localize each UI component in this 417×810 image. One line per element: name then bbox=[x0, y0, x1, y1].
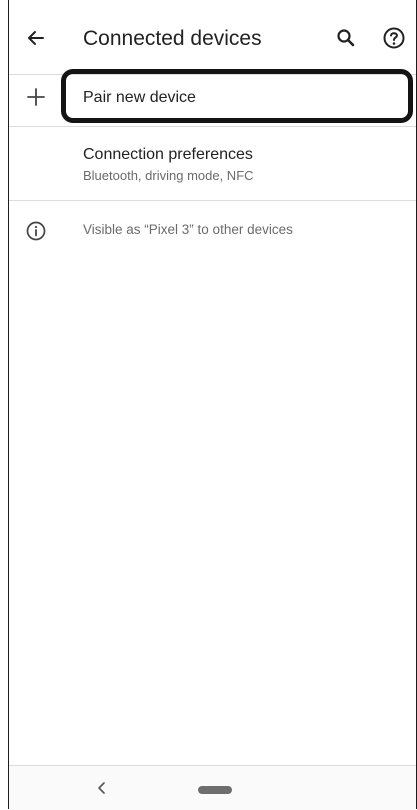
help-button[interactable] bbox=[381, 25, 407, 51]
help-circle-icon bbox=[383, 27, 405, 49]
phone-screen: Connected devices Pair new device Connec… bbox=[8, 0, 417, 810]
nav-back-chevron-icon bbox=[98, 782, 105, 794]
back-button[interactable] bbox=[23, 25, 49, 51]
visibility-info-text: Visible as “Pixel 3” to other devices bbox=[83, 222, 293, 237]
pair-new-device-item[interactable]: Pair new device bbox=[9, 69, 416, 127]
connection-preferences-item[interactable]: Connection preferences Bluetooth, drivin… bbox=[9, 126, 416, 201]
search-icon bbox=[337, 29, 355, 47]
visibility-info: Visible as “Pixel 3” to other devices bbox=[9, 218, 416, 248]
nav-back-button[interactable] bbox=[93, 778, 111, 798]
connection-preferences-subtitle: Bluetooth, driving mode, NFC bbox=[83, 168, 254, 183]
page-title: Connected devices bbox=[83, 27, 262, 50]
connection-preferences-title: Connection preferences bbox=[83, 146, 253, 163]
plus-icon bbox=[25, 86, 47, 108]
info-icon bbox=[25, 220, 47, 242]
search-button[interactable] bbox=[335, 27, 357, 49]
system-nav-bar bbox=[9, 765, 416, 810]
arrow-left-icon bbox=[28, 31, 44, 45]
pair-new-device-label: Pair new device bbox=[83, 89, 196, 106]
app-bar: Connected devices bbox=[9, 0, 416, 75]
home-pill-icon[interactable] bbox=[198, 786, 232, 794]
